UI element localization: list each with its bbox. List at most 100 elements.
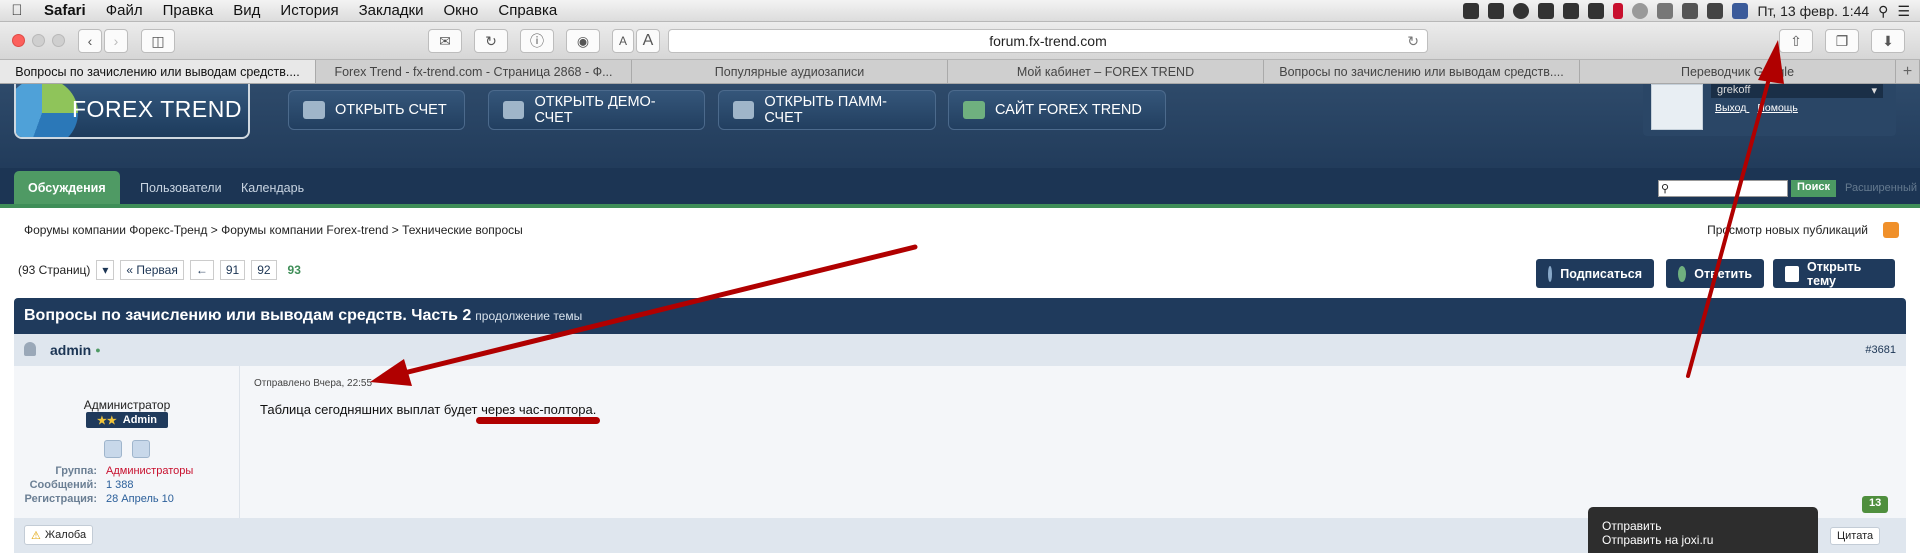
menu-safari[interactable]: Safari — [34, 2, 96, 19]
open-pamm-button[interactable]: ОТКРЫТЬ ПАММ-СЧЕТ — [718, 90, 936, 130]
menu-history[interactable]: История — [270, 2, 348, 19]
send-option[interactable]: Отправить — [1602, 519, 1818, 533]
nav-calendar[interactable]: Календарь — [227, 171, 318, 204]
clock-icon[interactable] — [1513, 3, 1530, 19]
sidebar-icon[interactable]: ◫ — [141, 29, 175, 53]
new-topic-button[interactable]: Открыть тему — [1773, 259, 1895, 288]
prev-page-link[interactable]: ← — [189, 260, 214, 280]
extension-icon[interactable]: ◉ — [566, 29, 600, 53]
user-box: grekoff ▾ Выход Помощь — [1643, 84, 1896, 136]
stat-value[interactable]: Администраторы — [106, 464, 193, 478]
open-account-button[interactable]: ОТКРЫТЬ СЧЕТ — [288, 90, 465, 130]
logo-swoosh-icon — [16, 84, 78, 137]
breadcrumb-item[interactable]: Форумы компании Форекс-Тренд — [24, 223, 207, 237]
profile-icon[interactable] — [104, 440, 122, 458]
message-icon[interactable] — [132, 440, 150, 458]
menu-window[interactable]: Окно — [434, 2, 489, 19]
flag-us-icon[interactable] — [1732, 3, 1749, 19]
breadcrumb-item[interactable]: Форумы компании Forex-trend — [221, 223, 388, 237]
breadcrumb: Форумы компании Форекс-Тренд > Форумы ко… — [24, 223, 523, 237]
info-icon[interactable]: ⓘ — [520, 29, 554, 53]
menu-edit[interactable]: Правка — [153, 2, 224, 19]
menu-bookmarks[interactable]: Закладки — [349, 2, 434, 19]
app-status-icon[interactable] — [1463, 3, 1480, 19]
post-author[interactable]: admin — [50, 342, 91, 358]
tab-audio[interactable]: Популярные аудиозаписи — [632, 60, 948, 83]
tab-forex-trend[interactable]: Forex Trend - fx-trend.com - Страница 28… — [316, 60, 632, 83]
new-publications-link[interactable]: Просмотр новых публикаций — [1707, 223, 1868, 237]
pagination: (93 Страниц) ▾ « Первая ← 91 92 93 — [18, 260, 306, 280]
report-button[interactable]: ⚠ Жалоба — [24, 525, 94, 545]
pen-icon[interactable] — [1588, 3, 1605, 19]
help-link[interactable]: Помощь — [1757, 102, 1798, 114]
topic-header: Вопросы по зачислению или выводам средст… — [14, 298, 1906, 334]
subscribe-button[interactable]: Подписаться — [1536, 259, 1654, 288]
reload-icon[interactable]: ↻ — [1407, 33, 1419, 50]
stat-value: 28 Апрель 10 — [106, 493, 174, 505]
wifi-icon[interactable] — [1682, 3, 1699, 19]
refresh-icon[interactable]: ↻ — [474, 29, 508, 53]
downloads-icon[interactable]: ⬇ — [1871, 29, 1905, 53]
menu-file[interactable]: Файл — [96, 2, 153, 19]
current-page: 93 — [282, 261, 306, 279]
open-pamm-label: ОТКРЫТЬ ПАММ-СЧЕТ — [764, 94, 887, 126]
font-decrease-button[interactable]: A — [612, 29, 634, 53]
tab-questions[interactable]: Вопросы по зачислению или выводам средст… — [0, 60, 316, 83]
search-input[interactable]: ⚲ — [1658, 180, 1788, 197]
post-header: admin ● #3681 — [14, 334, 1906, 366]
apple-icon[interactable]:  — [0, 2, 34, 19]
breadcrumb-item[interactable]: Технические вопросы — [402, 223, 523, 237]
zoom-window-button[interactable] — [52, 34, 65, 47]
post-number[interactable]: #3681 — [1865, 344, 1896, 356]
volume-icon[interactable] — [1707, 3, 1724, 19]
tab-cabinet[interactable]: Мой кабинет – FOREX TREND — [948, 60, 1264, 83]
address-bar[interactable]: forum.fx-trend.com ↻ — [668, 29, 1428, 53]
rss-icon[interactable] — [1883, 222, 1899, 238]
share-icon[interactable]: ⇧ — [1779, 29, 1813, 53]
status-area: Пт, 13 февр. 1:44 ⚲ ☰ — [1463, 0, 1920, 22]
forward-button[interactable]: › — [104, 29, 128, 53]
close-window-button[interactable] — [12, 34, 25, 47]
page-link[interactable]: 92 — [251, 260, 277, 280]
bluetooth-icon[interactable] — [1657, 3, 1674, 19]
send-joxi-option[interactable]: Отправить на joxi.ru — [1602, 533, 1818, 547]
reply-button[interactable]: Ответить — [1666, 259, 1764, 288]
time-machine-icon[interactable] — [1632, 3, 1649, 19]
tab-google-translate[interactable]: Переводчик Google — [1580, 60, 1896, 83]
new-tab-button[interactable]: + — [1896, 60, 1920, 83]
minimize-window-button[interactable] — [32, 34, 45, 47]
quote-button[interactable]: Цитата — [1830, 527, 1881, 545]
site-forex-trend-button[interactable]: САЙТ FOREX TREND — [948, 90, 1166, 130]
search-button[interactable]: Поиск — [1791, 180, 1837, 197]
spotlight-icon[interactable]: ⚲ — [1878, 3, 1888, 20]
menu-help[interactable]: Справка — [488, 2, 567, 19]
page-link[interactable]: 91 — [219, 260, 246, 280]
avatar[interactable] — [1651, 84, 1703, 130]
app-status-icon[interactable] — [1488, 3, 1505, 19]
font-increase-button[interactable]: A — [636, 29, 660, 53]
first-page-link[interactable]: « Первая — [120, 260, 184, 280]
tabs-overview-icon[interactable]: ❐ — [1825, 29, 1859, 53]
clock-text[interactable]: Пт, 13 февр. 1:44 — [1757, 3, 1869, 19]
mail-icon[interactable]: ✉ — [428, 29, 462, 53]
logout-link[interactable]: Выход — [1715, 102, 1746, 114]
back-button[interactable]: ‹ — [78, 29, 102, 53]
advanced-search-link[interactable]: Расширенный — [1845, 182, 1917, 194]
admin-badge-label: Admin — [122, 414, 157, 426]
nav-users[interactable]: Пользователи — [126, 171, 236, 204]
stat-key: Группа: — [55, 465, 97, 477]
stat-key: Регистрация: — [24, 493, 97, 505]
site-logo[interactable]: FOREX TREND — [14, 84, 250, 139]
airplay-icon[interactable] — [1538, 3, 1555, 19]
author-info: Администратор ★★ Admin Группа: Администр… — [14, 366, 240, 518]
open-demo-button[interactable]: ОТКРЫТЬ ДЕМО-СЧЕТ — [488, 90, 705, 130]
pause-icon[interactable] — [1613, 3, 1624, 19]
tab-questions-2[interactable]: Вопросы по зачислению или выводам средст… — [1264, 60, 1580, 83]
page-jump-dropdown[interactable]: ▾ — [96, 260, 115, 280]
evernote-icon[interactable] — [1563, 3, 1580, 19]
notification-center-icon[interactable]: ☰ — [1897, 3, 1910, 20]
rss-signal-icon — [1548, 265, 1553, 282]
menu-view[interactable]: Вид — [223, 2, 270, 19]
nav-discussions[interactable]: Обсуждения — [14, 171, 120, 204]
username-dropdown[interactable]: grekoff ▾ — [1711, 84, 1883, 98]
